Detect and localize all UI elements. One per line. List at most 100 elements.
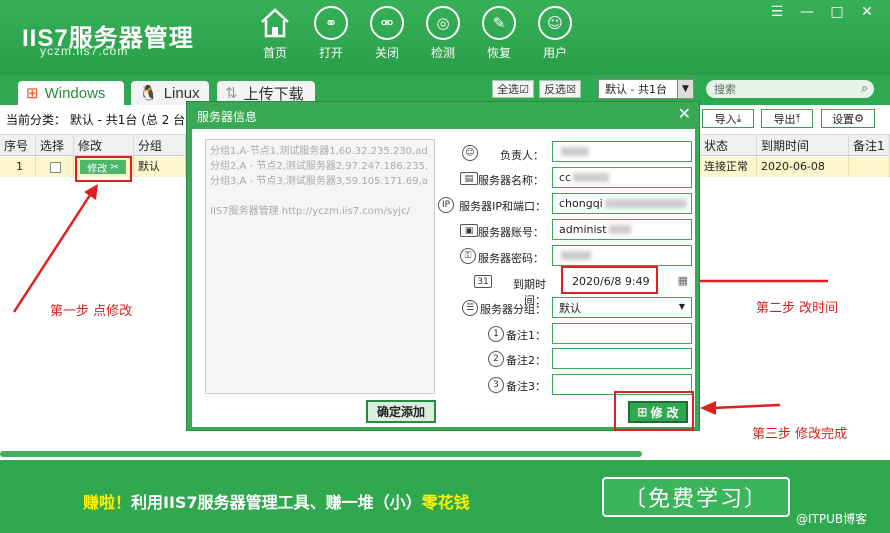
row-note1 (849, 157, 890, 177)
nav-open[interactable]: ⚭ 打开 (308, 6, 354, 68)
import-icon: ⤓ (736, 111, 742, 125)
export-label: 导出 (773, 112, 796, 126)
table-header-right: 状态 到期时间 备注1 (700, 134, 890, 157)
free-learn-label: 免费学习 (647, 487, 744, 512)
home-icon (258, 6, 292, 40)
settings-label: 设置 (832, 112, 855, 126)
promo-footer: 赚啦！利用IIS7服务器管理工具、赚一堆（小）零花钱 〔免费学习〕 @ITPUB… (0, 460, 890, 533)
field-label-name: 服务器名称： (478, 174, 544, 187)
maximize-icon[interactable]: □ (826, 4, 848, 20)
search-placeholder: 搜索 (714, 83, 736, 96)
group-select[interactable]: 默认 - 共1台 ▼ (598, 79, 694, 99)
row-checkbox[interactable] (50, 162, 61, 173)
promo-suffix: 零花钱 (421, 493, 470, 512)
server-info-dialog: 服务器信息 ✕ 分组1,A-节点1,测试服务器1,60.32.235.230,a… (186, 101, 700, 431)
nav-restore[interactable]: ✎ 恢复 (476, 6, 522, 68)
dialog-title: 服务器信息 (197, 110, 258, 124)
tab-windows[interactable]: ⊞ Windows (18, 81, 124, 105)
promo-mid: 利用IIS7服务器管理工具、赚一堆（小） (131, 493, 422, 512)
promo-text: 赚啦！利用IIS7服务器管理工具、赚一堆（小）零花钱 (83, 489, 470, 513)
promo-prefix: 赚啦！ (83, 493, 132, 512)
nav-home[interactable]: 首页 (252, 6, 298, 68)
account-icon: ▣ (460, 224, 478, 237)
table-header: 序号 选择 修改 分组 (0, 134, 186, 157)
server-account-field[interactable]: administ (552, 219, 692, 240)
col-index: 序号 (0, 135, 36, 157)
text-line (210, 189, 430, 204)
nav-user[interactable]: ☺ 用户 (532, 6, 578, 68)
nav-detect[interactable]: ◎ 检测 (420, 6, 466, 68)
server-card-icon: ▤ (460, 172, 478, 185)
nav-restore-label: 恢复 (486, 46, 511, 60)
wrench-icon: ✎ (482, 6, 516, 40)
search-input[interactable]: 搜索 ⌕ (706, 80, 874, 98)
annotation-step3: 第三步 修改完成 (752, 427, 848, 442)
server-name-field[interactable]: cc (552, 167, 692, 188)
row-index: 1 (0, 157, 36, 177)
close-icon[interactable]: ✕ (678, 104, 691, 123)
nav-open-label: 打开 (318, 46, 343, 60)
radar-icon: ◎ (426, 6, 460, 40)
highlight-edit (75, 156, 132, 182)
dialog-body: 分组1,A-节点1,测试服务器1,60.32.235.230,ad 分组2,A … (192, 129, 695, 431)
text-line: 分组3,A - 节点3,测试服务器3,59.105.171.69,a (210, 176, 428, 187)
menu-icon[interactable]: ☰ (766, 4, 788, 20)
import-button[interactable]: 导入 ⤓ (702, 109, 754, 128)
tab-linux-label: Linux (163, 84, 200, 102)
field-label-group: 服务器分组： (480, 303, 546, 316)
table-row-right[interactable]: 连接正常 2020-06-08 (700, 157, 890, 177)
server-group-select[interactable]: 默认 ▼ (552, 297, 692, 318)
server-ip-field[interactable]: chongqi (552, 193, 692, 214)
import-label: 导入 (714, 112, 737, 126)
link-icon: ⚭ (314, 6, 348, 40)
redacted-mark (604, 199, 687, 208)
annotation-step2: 第二步 改时间 (756, 301, 839, 316)
server-name-value: cc (559, 171, 572, 184)
free-learn-button[interactable]: 〔免费学习〕 (602, 477, 790, 517)
text-line: 分组1,A-节点1,测试服务器1,60.32.235.230,ad (210, 146, 428, 157)
note2-icon: 2 (488, 351, 504, 367)
highlight-modify (614, 391, 694, 431)
app-url: yczm.iis7.com (40, 44, 129, 58)
field-label-account: 服务器账号： (478, 226, 544, 239)
batch-import-textarea[interactable]: 分组1,A-节点1,测试服务器1,60.32.235.230,ad 分组2,A … (205, 139, 435, 394)
invert-icon: ☒ (566, 82, 576, 96)
chevron-down-icon: ▼ (677, 80, 693, 98)
redacted-mark (608, 225, 631, 234)
calendar-icon: 31 (474, 275, 492, 288)
close-icon[interactable]: ✕ (856, 4, 878, 20)
horizontal-scrollbar[interactable] (0, 451, 642, 457)
col-expire: 到期时间 (757, 135, 849, 157)
col-select: 选择 (36, 135, 74, 157)
field-label-ip: 服务器IP和端口： (459, 200, 546, 213)
confirm-add-button[interactable]: 确定添加 (366, 400, 436, 423)
col-note1: 备注1 (849, 135, 890, 157)
highlight-expire (561, 266, 658, 294)
field-label-password: 服务器密码： (478, 252, 544, 265)
note1-field[interactable] (552, 323, 692, 344)
ip-icon: IP (438, 197, 454, 213)
note2-field[interactable] (552, 348, 692, 369)
note1-icon: 1 (488, 326, 504, 342)
invert-label: 反选 (544, 83, 567, 96)
server-group-value: 默认 (559, 301, 581, 315)
nav-close[interactable]: ⚮ 关闭 (364, 6, 410, 68)
server-account-value: administ (559, 223, 607, 236)
invert-selection-button[interactable]: 反选 ☒ (539, 80, 581, 98)
search-icon[interactable]: ⌕ (861, 81, 868, 96)
owner-field[interactable] (552, 141, 692, 162)
server-password-field[interactable] (552, 245, 692, 266)
unlink-icon: ⚮ (370, 6, 404, 40)
minimize-icon[interactable]: — (796, 4, 818, 20)
export-button[interactable]: 导出 ⤒ (761, 109, 813, 128)
row-group: 默认 (134, 157, 186, 177)
col-status: 状态 (700, 135, 757, 157)
group-icon: ☰ (462, 300, 478, 316)
user-icon: ☺ (538, 6, 572, 40)
redacted-mark (561, 251, 591, 260)
field-label-note2: 备注2： (506, 354, 546, 367)
checkbox-icon: ☑ (519, 82, 529, 96)
settings-button[interactable]: 设置 ⚙ (821, 109, 875, 128)
calendar-picker-icon[interactable]: ▦ (678, 274, 688, 287)
select-all-button[interactable]: 全选 ☑ (492, 80, 534, 98)
